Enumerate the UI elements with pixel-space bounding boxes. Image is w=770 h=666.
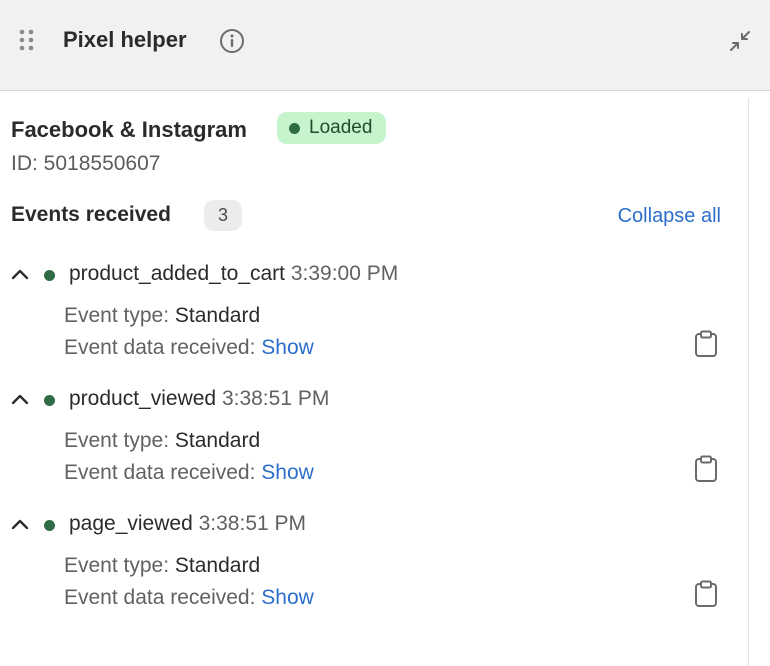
event-type-label: Event type:: [64, 554, 170, 577]
event-time: 3:39:00 PM: [290, 262, 399, 285]
event-data-row: Event data received: Show: [64, 334, 314, 362]
info-icon[interactable]: [219, 28, 245, 54]
event-type-value: Standard: [174, 554, 261, 577]
event-item: product_viewed 3:38:51 PM Event type: St…: [0, 387, 748, 509]
event-name: page_viewed: [69, 512, 193, 535]
clipboard-icon[interactable]: [694, 580, 718, 608]
event-type-value: Standard: [174, 304, 261, 327]
event-status-dot-icon: [44, 520, 55, 531]
events-heading: Events received: [11, 203, 171, 226]
event-item: product_added_to_cart 3:39:00 PM Event t…: [0, 262, 748, 384]
pixel-name: Facebook & Instagram: [11, 117, 247, 142]
panel-content: Facebook & Instagram Loaded ID: 50185506…: [0, 92, 748, 666]
event-time: 3:38:51 PM: [221, 387, 330, 410]
event-status-dot-icon: [44, 395, 55, 406]
event-name: product_added_to_cart: [69, 262, 285, 285]
chevron-up-icon[interactable]: [10, 514, 30, 534]
clipboard-icon[interactable]: [694, 455, 718, 483]
event-type-value: Standard: [174, 429, 261, 452]
status-label: Loaded: [309, 117, 373, 138]
event-type-row: Event type: Standard: [64, 427, 260, 455]
event-title: product_viewed 3:38:51 PM: [69, 385, 329, 413]
collapse-all-button[interactable]: Collapse all: [618, 202, 721, 230]
scrollbar[interactable]: [748, 98, 770, 666]
panel-title: Pixel helper: [63, 27, 187, 52]
event-status-dot-icon: [44, 270, 55, 281]
event-title: product_added_to_cart 3:39:00 PM: [69, 260, 398, 288]
event-data-row: Event data received: Show: [64, 459, 314, 487]
event-type-label: Event type:: [64, 429, 170, 452]
status-dot-icon: [289, 122, 300, 134]
chevron-up-icon[interactable]: [10, 389, 30, 409]
event-type-row: Event type: Standard: [64, 302, 260, 330]
pixel-id: ID: 5018550607: [11, 152, 161, 175]
event-data-row: Event data received: Show: [64, 584, 314, 612]
pixel-helper-panel: Pixel helper Facebook & Instagram Loaded…: [0, 0, 770, 666]
clipboard-icon[interactable]: [694, 330, 718, 358]
show-event-data-link[interactable]: Show: [261, 461, 314, 484]
show-event-data-link[interactable]: Show: [261, 336, 314, 359]
event-data-label: Event data received:: [64, 586, 256, 609]
event-type-label: Event type:: [64, 304, 170, 327]
minimize-icon[interactable]: [727, 28, 753, 54]
chevron-up-icon[interactable]: [10, 264, 30, 284]
event-data-label: Event data received:: [64, 336, 256, 359]
panel-header: Pixel helper: [0, 0, 770, 91]
event-type-row: Event type: Standard: [64, 552, 260, 580]
event-item: page_viewed 3:38:51 PM Event type: Stand…: [0, 512, 748, 634]
event-time: 3:38:51 PM: [198, 512, 307, 535]
event-title: page_viewed 3:38:51 PM: [69, 510, 306, 538]
status-badge: Loaded: [277, 112, 387, 144]
drag-handle-icon[interactable]: [18, 29, 36, 51]
event-data-label: Event data received:: [64, 461, 256, 484]
events-count-badge: 3: [204, 200, 242, 231]
show-event-data-link[interactable]: Show: [261, 586, 314, 609]
event-name: product_viewed: [69, 387, 217, 410]
